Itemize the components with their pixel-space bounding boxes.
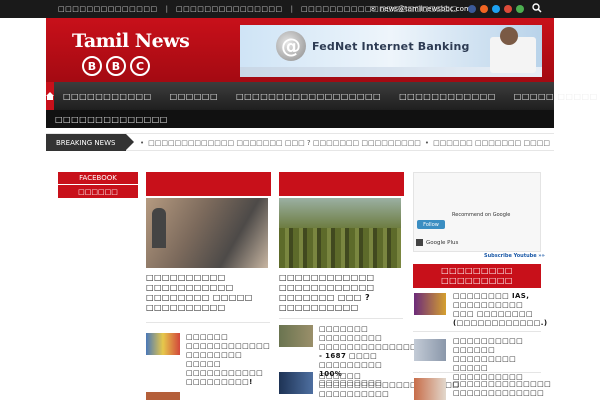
nav-item-3[interactable]: □□□□□□□□□□□□□□□□□□ <box>227 92 390 101</box>
column-header <box>279 172 404 196</box>
logo-title[interactable]: Tamil News <box>72 30 190 52</box>
subscribe-youtube-link[interactable]: Subscribe Youtube »» <box>484 253 545 259</box>
article-thumbnail[interactable] <box>146 333 180 355</box>
facebook-icon[interactable] <box>468 5 476 13</box>
sidebar-article-title[interactable]: □□□□□□□□□□ □□□□□□ □□□□□□□□□ □□□□□ □□□□□□… <box>453 337 541 382</box>
breaking-arrow <box>126 134 134 150</box>
article-thumbnail[interactable] <box>146 392 180 400</box>
rss-icon[interactable] <box>480 5 488 13</box>
nav-item-2[interactable]: □□□□□□ <box>161 92 227 101</box>
facebook-widget-subtitle[interactable]: □□□□□□ <box>58 184 138 198</box>
recommend-google[interactable]: Recommend on Google <box>452 212 510 218</box>
nav-item-6[interactable]: □□□□□□□□□□□□□□ <box>46 115 177 124</box>
at-sign-icon: @ <box>276 31 306 61</box>
contact-email[interactable]: ✉ news@tamilnewsbbc.com <box>370 0 471 18</box>
main-nav: □□□□□□□□□□□ □□□□□□ □□□□□□□□□□□□□□□□□□ □□… <box>46 82 597 110</box>
google-plus-icon <box>416 239 423 246</box>
main-nav-row2: □□□□□□□□□□□□□□ <box>46 110 554 128</box>
top-separator: | <box>165 5 168 13</box>
sidebar-thumbnail[interactable] <box>414 378 446 400</box>
article-small-title[interactable]: □□□□□□ □□□□□□□□□□□□ □□□□□□□□ □□□□□ □□□□□… <box>186 333 270 387</box>
logo-letter: B <box>82 56 102 76</box>
divider <box>413 331 541 332</box>
social-icons <box>468 5 524 13</box>
top-link-1[interactable]: □□□□□□□□□□□□□□ <box>58 5 158 13</box>
ad-banner[interactable]: @ FedNet Internet Banking <box>240 25 542 77</box>
youtube-icon[interactable] <box>516 5 524 13</box>
logo-letter: B <box>106 56 126 76</box>
article-title[interactable]: □□□□□□□□□□ □□□□□□□□□□□ □□□□□□□□ □□□□□ □□… <box>146 273 268 313</box>
person-image <box>500 27 518 45</box>
article-title[interactable]: □□□□□□□□□□□□ □□□□□□□□□□□□ □□□□□□□ □□□ ? … <box>279 273 401 313</box>
ticker-bullet: • <box>424 138 430 147</box>
logo-bbc[interactable]: B B C <box>82 56 150 76</box>
breaking-news-bar: BREAKING NEWS • □□□□□□□□□□□□□ □□□□□□□ □□… <box>46 133 554 151</box>
divider <box>146 322 270 323</box>
divider <box>413 372 541 373</box>
nav-item-4[interactable]: □□□□□□□□□□□□ <box>390 92 505 101</box>
search-icon[interactable] <box>532 3 542 15</box>
sidebar-section-title: □□□□□□□□□ □□□□□□□□□ <box>413 264 541 288</box>
figure-silhouette <box>152 208 166 248</box>
article-image[interactable] <box>279 198 401 268</box>
sidebar-article-title[interactable]: □□□□□□□□□□□□□□ □□□□□□□□□□□□□ <box>453 380 551 398</box>
sidebar-thumbnail[interactable] <box>414 339 446 361</box>
article-small-title[interactable]: □□□□□□ □□□□□□□□□□□□□□□□□□□□ □□□□□□□□□□ □… <box>319 372 459 400</box>
divider <box>279 318 403 319</box>
ticker-item[interactable]: □□□□□□ □□□□□□□ □□□□□□□□□□□□□□□□ - 1687 <box>433 139 550 147</box>
sidebar-article-title[interactable]: □□□□□□□□ IAS, □□□□□□□□□□ □□□ □□□□□□□□ (□… <box>453 292 547 328</box>
crowd-pattern <box>279 228 401 268</box>
column-header <box>146 172 271 196</box>
top-link-2[interactable]: □□□□□□□□□□□□□□□ <box>176 5 283 13</box>
article-thumbnail[interactable] <box>279 372 313 394</box>
nav-item-1[interactable]: □□□□□□□□□□□ <box>54 92 161 101</box>
article-thumbnail[interactable] <box>279 325 313 347</box>
google-plus-icon[interactable] <box>504 5 512 13</box>
mail-icon: ✉ <box>370 5 376 13</box>
google-plus-label: Google Plus <box>426 239 459 246</box>
twitter-icon[interactable] <box>492 5 500 13</box>
nav-item-5[interactable]: □□□□□ □□□□□ <box>505 92 600 101</box>
email-text: news@tamilnewsbbc.com <box>379 5 471 13</box>
article-image[interactable] <box>146 198 268 268</box>
breaking-label: BREAKING NEWS <box>46 134 126 151</box>
sidebar-thumbnail[interactable] <box>414 293 446 315</box>
google-plus-widget[interactable]: Google Plus <box>416 239 458 246</box>
home-icon[interactable] <box>46 82 54 110</box>
facebook-widget-title: FACEBOOK <box>58 172 138 184</box>
ticker-item[interactable]: □□□□□□□□□□□□□ □□□□□□□ □□□ ? □□□□□□□ □□□□… <box>148 139 421 147</box>
news-ticker: • □□□□□□□□□□□□□ □□□□□□□ □□□ ? □□□□□□□ □□… <box>140 134 550 151</box>
top-separator: | <box>290 5 294 13</box>
banner-text: FedNet Internet Banking <box>312 40 470 53</box>
logo-letter: C <box>130 56 150 76</box>
ticker-bullet: • <box>140 138 145 147</box>
twitter-follow-button[interactable]: Follow <box>417 220 445 229</box>
